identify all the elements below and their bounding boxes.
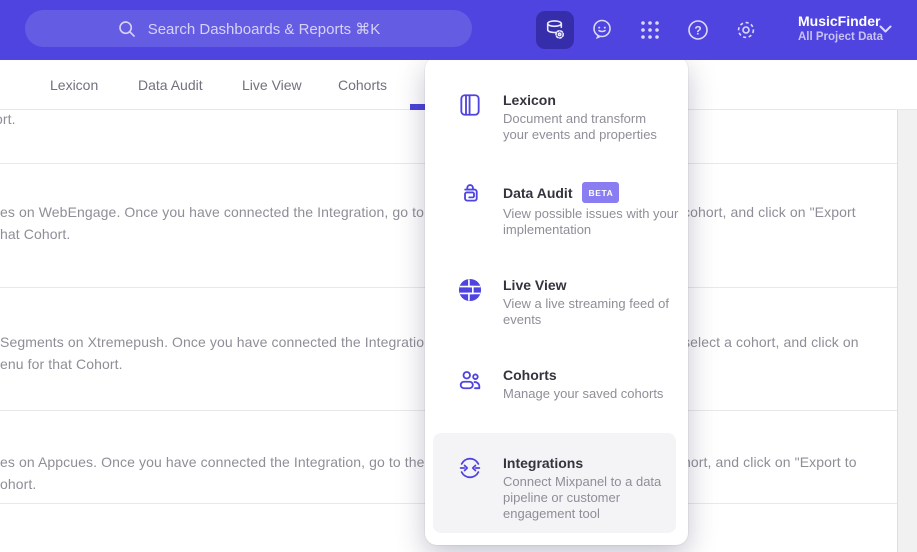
project-switcher[interactable]: MusicFinder All Project Data [798, 12, 883, 45]
svg-text:?: ? [694, 23, 701, 37]
integration-row-xtremepush-line1-right: select a cohort, and click on [683, 334, 859, 350]
tab-live-view[interactable]: Live View [242, 60, 302, 110]
project-name: MusicFinder [798, 13, 881, 29]
gear-icon [737, 21, 755, 39]
cohorts-people-icon [459, 371, 481, 390]
settings-button[interactable] [734, 18, 758, 42]
menu-item-description: View possible issues with your implement… [503, 206, 679, 237]
chevron-down-icon [879, 25, 892, 33]
integration-row-webengage-line1-right: cohort, and click on "Export [683, 204, 856, 220]
menu-item-description: Document and transform your events and p… [503, 111, 657, 142]
help-button[interactable]: ? [686, 18, 710, 42]
integration-row-appcues-line1: es on Appcues. Once you have connected t… [0, 454, 441, 470]
mixpanel-app-window: Lexicon Data Audit Live View Cohorts ort… [0, 0, 917, 552]
integration-row-appcues-line2: ohort. [0, 476, 37, 492]
search-icon [118, 20, 135, 37]
feedback-smiley-icon [593, 19, 611, 39]
menu-item-integrations[interactable]: Integrations Connect Mixpanel to a data … [433, 433, 676, 533]
integration-row-xtremepush-line2: enu for that Cohort. [0, 356, 123, 372]
beta-badge: BETA [582, 182, 620, 203]
data-audit-icon [464, 184, 478, 202]
help-icon: ? [688, 20, 708, 40]
menu-item-title: Live View [503, 277, 567, 293]
tab-lexicon[interactable]: Lexicon [50, 60, 98, 110]
integration-row-webengage-line2: hat Cohort. [0, 226, 71, 242]
top-nav-bar: Search Dashboards & Reports ⌘K ? MusicFi… [0, 0, 917, 60]
menu-item-description: View a live streaming feed of events [503, 296, 669, 327]
lexicon-book-icon [460, 94, 480, 116]
tab-cohorts[interactable]: Cohorts [338, 60, 387, 110]
tab-data-audit[interactable]: Data Audit [138, 60, 203, 110]
scroll-gutter [897, 110, 917, 552]
menu-item-live-view[interactable]: Live View View a live streaming feed of … [457, 277, 669, 328]
menu-item-title: Cohorts [503, 367, 557, 383]
integrations-sync-icon [459, 457, 481, 479]
database-gear-icon [546, 20, 564, 39]
menu-item-description: Connect Mixpanel to a data pipeline or c… [503, 474, 662, 521]
global-search-input[interactable]: Search Dashboards & Reports ⌘K [25, 10, 472, 47]
search-placeholder: Search Dashboards & Reports ⌘K [147, 20, 381, 38]
menu-item-cohorts[interactable]: Cohorts Manage your saved cohorts [457, 367, 663, 402]
integration-row-webengage-line1: es on WebEngage. Once you have connected… [0, 204, 448, 220]
integration-row-text-tail: ort. [0, 111, 16, 127]
menu-item-description: Manage your saved cohorts [503, 386, 664, 401]
data-management-button[interactable] [536, 11, 574, 49]
integration-row-appcues-line1-right: hort, and click on "Export to [683, 454, 857, 470]
menu-item-lexicon[interactable]: Lexicon Document and transform your even… [457, 92, 657, 143]
live-view-globe-icon [458, 278, 482, 302]
apps-grid-icon [641, 21, 659, 39]
integration-row-xtremepush-line1: Segments on Xtremepush. Once you have co… [0, 334, 437, 350]
project-subtitle: All Project Data [798, 31, 883, 43]
menu-item-title: Lexicon [503, 92, 556, 108]
feedback-button[interactable] [590, 18, 614, 42]
menu-item-title: Integrations [503, 455, 584, 471]
menu-item-data-audit[interactable]: Data Audit BETA View possible issues wit… [457, 182, 678, 238]
data-management-menu: Lexicon Document and transform your even… [425, 57, 688, 545]
apps-grid-button[interactable] [638, 18, 662, 42]
menu-item-title: Data Audit [503, 184, 573, 201]
